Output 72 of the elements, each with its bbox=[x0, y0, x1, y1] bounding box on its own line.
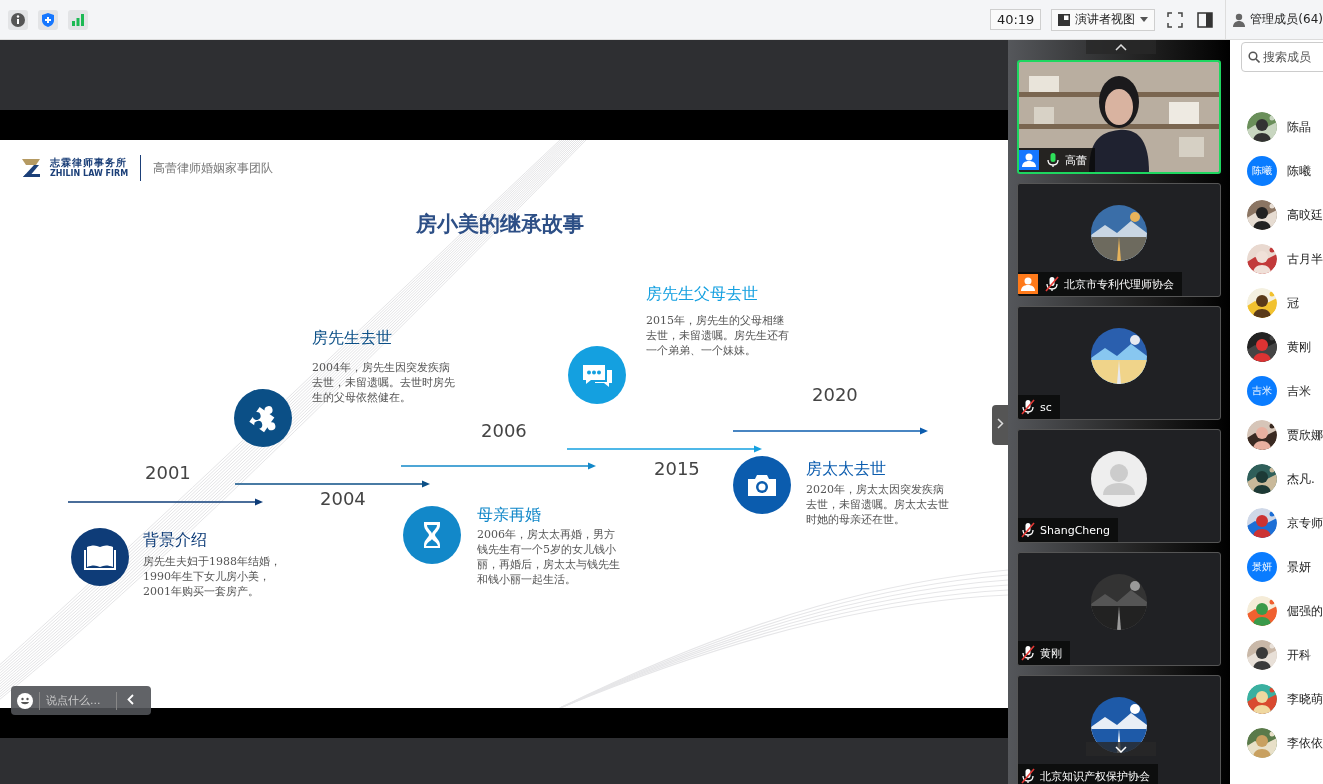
initials-avatar: 吉米 bbox=[1247, 376, 1277, 406]
fullscreen-icon[interactable] bbox=[1165, 9, 1186, 30]
scroll-down-button[interactable] bbox=[1086, 742, 1156, 756]
event-heading: 背景介绍 bbox=[143, 530, 207, 551]
event-description: 2004年，房先生因突发疾病去世，未留遗嘱。去世时房先生的父母依然健在。 bbox=[312, 360, 456, 405]
member-name[interactable]: 李依依 bbox=[1287, 734, 1323, 752]
member-name[interactable]: 古月半 bbox=[1287, 250, 1323, 268]
member-name[interactable]: 开科 bbox=[1287, 646, 1311, 664]
participant-name: sc bbox=[1040, 400, 1052, 414]
info-icon[interactable] bbox=[8, 9, 28, 30]
firm-name: 志霖律师事务所 bbox=[50, 157, 128, 168]
search-field[interactable]: 搜索成员 bbox=[1241, 42, 1323, 72]
team-name: 高蕾律师婚姻家事团队 bbox=[153, 159, 274, 177]
camera-icon bbox=[733, 456, 791, 514]
chevron-down-icon bbox=[1115, 745, 1127, 753]
member-name[interactable]: 倔强的 bbox=[1287, 602, 1323, 620]
member-name[interactable]: 杰凡. bbox=[1287, 470, 1315, 488]
participant-name: 北京知识产权保护协会 bbox=[1040, 768, 1150, 784]
initials-avatar: 景妍 bbox=[1247, 552, 1277, 582]
event-description: 2020年，房太太因突发疾病去世，未留遗嘱。房太太去世时她的母亲还在世。 bbox=[806, 482, 950, 527]
year-label: 2020 bbox=[812, 384, 858, 405]
scroll-up-button[interactable] bbox=[1086, 40, 1156, 54]
member-name[interactable]: 景妍 bbox=[1287, 558, 1311, 576]
chevron-left-icon bbox=[126, 694, 134, 705]
member-name[interactable]: 李晓萌 bbox=[1287, 690, 1323, 708]
participant-name: ShangCheng bbox=[1040, 523, 1111, 537]
chevron-right-icon bbox=[996, 418, 1004, 429]
slide-title: 房小美的继承故事 bbox=[415, 211, 585, 238]
sidebar-icon[interactable] bbox=[1195, 9, 1216, 30]
event-heading: 房太太去世 bbox=[806, 459, 886, 480]
event-heading: 房先生去世 bbox=[312, 328, 392, 349]
view-dropdown[interactable]: 演讲者视图 bbox=[1051, 8, 1156, 31]
book-icon bbox=[71, 528, 129, 586]
member-name[interactable]: 陈曦 bbox=[1287, 162, 1311, 180]
member-name[interactable]: 贾欣娜 bbox=[1287, 426, 1323, 444]
member-name[interactable]: 黄刚 bbox=[1287, 338, 1311, 356]
search-icon bbox=[1248, 51, 1260, 63]
chat-bar[interactable]: 说点什么... bbox=[11, 686, 151, 715]
participant-name: 黄刚 bbox=[1040, 645, 1062, 661]
chat-input[interactable]: 说点什么... bbox=[39, 691, 117, 710]
smiley-icon[interactable] bbox=[17, 692, 33, 709]
year-label: 2006 bbox=[481, 420, 527, 441]
member-name[interactable]: 京专师 bbox=[1287, 514, 1323, 532]
firm-name: ZHILIN LAW FIRM bbox=[50, 168, 129, 179]
event-description: 房先生夫妇于1988年结婚，1990年生下女儿房小美，2001年购买一套房产。 bbox=[143, 554, 282, 599]
member-name[interactable]: 冠 bbox=[1287, 294, 1299, 312]
layout-icon bbox=[1058, 13, 1071, 26]
event-description: 2006年，房太太再婚，男方钱先生有一个5岁的女儿钱小丽，再婚后，房太太与钱先生和钱小丽一起生活。 bbox=[477, 527, 621, 587]
caret-icon bbox=[1140, 17, 1149, 22]
person-silhouette-icon bbox=[1091, 451, 1147, 507]
chat-icon bbox=[568, 346, 626, 404]
year-label: 2015 bbox=[654, 458, 700, 479]
participant-name: 高蕾 bbox=[1065, 152, 1087, 168]
person-icon bbox=[1232, 12, 1247, 27]
collapse-handle[interactable] bbox=[992, 405, 1008, 445]
member-name[interactable]: 吉米 bbox=[1287, 382, 1311, 400]
participant-name: 北京市专利代理师协会 bbox=[1064, 276, 1174, 292]
hourglass-icon bbox=[403, 506, 461, 564]
chevron-up-icon bbox=[1115, 43, 1127, 51]
shield-icon[interactable] bbox=[38, 9, 58, 30]
event-description: 2015年，房先生的父母相继去世，未留遗嘱。房先生还有一个弟弟、一个妹妹。 bbox=[646, 313, 790, 358]
members-button[interactable]: 管理成员(64) bbox=[1225, 0, 1323, 40]
member-name[interactable]: 陈晶 bbox=[1287, 118, 1311, 136]
puzzle-icon bbox=[234, 389, 292, 447]
event-heading: 母亲再婚 bbox=[477, 505, 541, 526]
timer: 40:19 bbox=[989, 9, 1042, 30]
year-label: 2001 bbox=[145, 462, 191, 483]
member-name[interactable]: 高旼廷 bbox=[1287, 206, 1323, 224]
year-label: 2004 bbox=[320, 488, 366, 509]
initials-avatar: 陈曦 bbox=[1247, 156, 1277, 186]
event-heading: 房先生父母去世 bbox=[646, 284, 758, 305]
search-input[interactable]: 搜索成员 bbox=[1263, 50, 1323, 64]
